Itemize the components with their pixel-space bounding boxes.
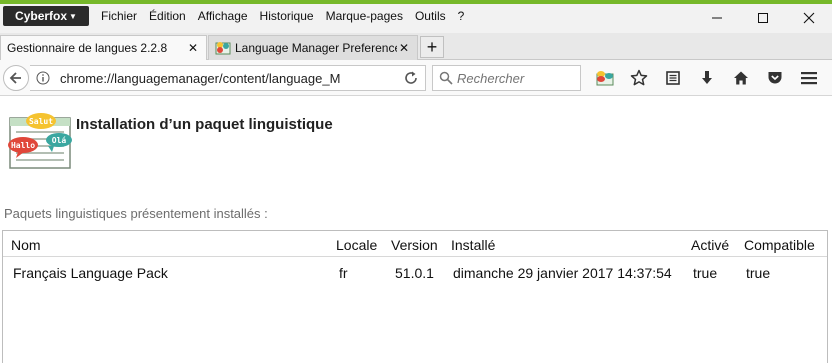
language-manager-logo-icon: Salut Hallo Olá — [8, 113, 72, 169]
logo-bubble-text: Olá — [52, 136, 67, 145]
close-icon — [803, 12, 815, 24]
chevron-down-icon: ▼ — [69, 11, 77, 21]
tab-language-manager-preferences[interactable]: Language Manager Preferences ✕ — [208, 35, 418, 60]
table-row[interactable]: Français Language Pack fr 51.0.1 dimanch… — [3, 258, 827, 288]
menu-item-edition[interactable]: Édition — [143, 7, 192, 25]
reading-list-icon — [666, 71, 680, 85]
close-tab-icon[interactable]: ✕ — [397, 41, 411, 55]
installed-packs-label: Paquets linguistiques présentement insta… — [4, 206, 268, 221]
back-button[interactable] — [3, 65, 29, 91]
url-bar[interactable]: chrome://languagemanager/content/languag… — [30, 65, 426, 91]
star-icon — [630, 69, 648, 86]
arrow-left-icon — [9, 72, 21, 84]
new-tab-button[interactable]: + — [420, 36, 444, 58]
navigation-bar: chrome://languagemanager/content/languag… — [0, 60, 832, 96]
language-manager-icon — [596, 71, 614, 86]
home-icon — [734, 71, 748, 85]
search-input[interactable] — [457, 69, 575, 87]
column-header-installe[interactable]: Installé — [451, 237, 495, 253]
search-box[interactable] — [432, 65, 581, 91]
url-text[interactable]: chrome://languagemanager/content/languag… — [60, 71, 396, 86]
tab-language-manager[interactable]: Gestionnaire de langues 2.2.8 ✕ — [0, 35, 207, 60]
menu-item-fichier[interactable]: Fichier — [95, 7, 143, 25]
title-bar: Cyberfox ▼ Fichier Édition Affichage Hist… — [0, 0, 832, 33]
minimize-icon — [712, 17, 722, 19]
column-header-locale[interactable]: Locale — [336, 237, 377, 253]
menu-item-historique[interactable]: Historique — [254, 7, 320, 25]
search-icon — [439, 71, 453, 85]
info-icon[interactable] — [36, 71, 50, 85]
menu-bar: Fichier Édition Affichage Historique Mar… — [95, 7, 470, 25]
app-name: Cyberfox — [15, 9, 68, 23]
cell-version: 51.0.1 — [395, 265, 434, 281]
tab-bar: Gestionnaire de langues 2.2.8 ✕ Language… — [0, 33, 832, 60]
cell-locale: fr — [339, 265, 348, 281]
home-button[interactable] — [724, 65, 758, 91]
menu-item-marque-pages[interactable]: Marque-pages — [320, 7, 409, 25]
close-tab-icon[interactable]: ✕ — [186, 41, 200, 55]
table-header: Nom Locale Version Installé Activé Compa… — [3, 231, 827, 257]
logo-bubble-text: Salut — [29, 117, 53, 126]
logo-bubble-text: Hallo — [11, 141, 35, 150]
column-header-version[interactable]: Version — [391, 237, 438, 253]
language-manager-favicon-icon — [215, 42, 231, 55]
minimize-button[interactable] — [694, 4, 740, 32]
menu-item-outils[interactable]: Outils — [409, 7, 452, 25]
window-controls — [694, 4, 832, 32]
toolbar-icons — [588, 65, 826, 91]
close-window-button[interactable] — [786, 4, 832, 32]
plus-icon: + — [426, 36, 438, 57]
reading-list-button[interactable] — [656, 65, 690, 91]
maximize-button[interactable] — [740, 4, 786, 32]
menu-item-help[interactable]: ? — [452, 7, 471, 25]
tab-label: Gestionnaire de langues 2.2.8 — [7, 41, 168, 55]
tab-label: Language Manager Preferences — [235, 41, 397, 55]
column-header-nom[interactable]: Nom — [11, 237, 41, 253]
downloads-button[interactable] — [690, 65, 724, 91]
page-title: Installation d’un paquet linguistique — [76, 116, 333, 133]
bookmark-star-button[interactable] — [622, 65, 656, 91]
pocket-icon — [768, 72, 782, 84]
pocket-button[interactable] — [758, 65, 792, 91]
column-header-compatible[interactable]: Compatible — [744, 237, 815, 253]
menu-item-affichage[interactable]: Affichage — [192, 7, 254, 25]
cell-enabled: true — [693, 265, 718, 281]
hamburger-menu-icon — [801, 72, 817, 85]
cell-name: Français Language Pack — [13, 265, 168, 281]
cell-compatible: true — [746, 265, 771, 281]
app-menu-button[interactable]: Cyberfox ▼ — [3, 6, 89, 26]
download-arrow-icon — [702, 71, 712, 84]
language-manager-button[interactable] — [588, 65, 622, 91]
maximize-icon — [758, 13, 768, 23]
reload-icon[interactable] — [403, 70, 419, 86]
cell-installed-date: dimanche 29 janvier 2017 14:37:54 — [453, 265, 672, 281]
language-packs-table: Nom Locale Version Installé Activé Compa… — [2, 230, 828, 363]
column-header-active[interactable]: Activé — [691, 237, 729, 253]
hamburger-menu-button[interactable] — [792, 65, 826, 91]
